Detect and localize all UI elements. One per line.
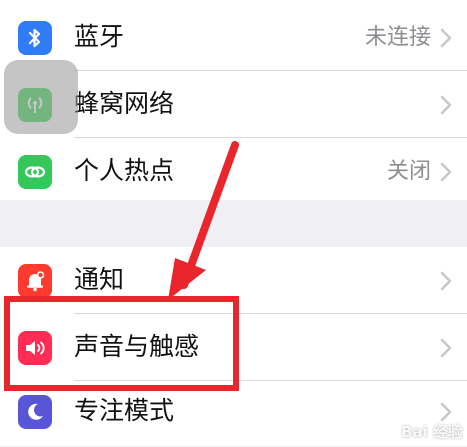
settings-row-label: 蜂窝网络 [74,89,175,118]
bluetooth-icon [18,21,52,55]
settings-row-label: 通知 [74,265,125,294]
chevron-right-icon [440,402,452,422]
settings-row-value: 关闭 [386,159,431,184]
notification-icon [18,264,52,298]
chevron-right-icon [440,162,452,182]
annotation-highlight-box [4,296,239,391]
chevron-right-icon [440,28,452,48]
settings-row-label: 个人热点 [74,156,175,185]
settings-page: 蓝牙 未连接 蜂窝网络 个人热点 关闭 通知 声音与触感 专注模式 Bai 经验 [0,0,467,446]
settings-row-value: 未连接 [364,25,431,50]
settings-row-bluetooth[interactable]: 蓝牙 未连接 [0,4,467,70]
settings-row-label: 专注模式 [74,396,175,425]
chevron-right-icon [440,338,452,358]
watermark: Bai 经验 [401,423,463,441]
settings-row-personal-hotspot[interactable]: 个人热点 关闭 [0,138,467,204]
hotspot-icon [18,155,52,189]
chevron-right-icon [440,95,452,115]
settings-row-label: 蓝牙 [74,22,125,51]
assistive-touch-overlay[interactable] [4,60,78,134]
chevron-right-icon [440,271,452,291]
moon-icon [18,395,52,429]
